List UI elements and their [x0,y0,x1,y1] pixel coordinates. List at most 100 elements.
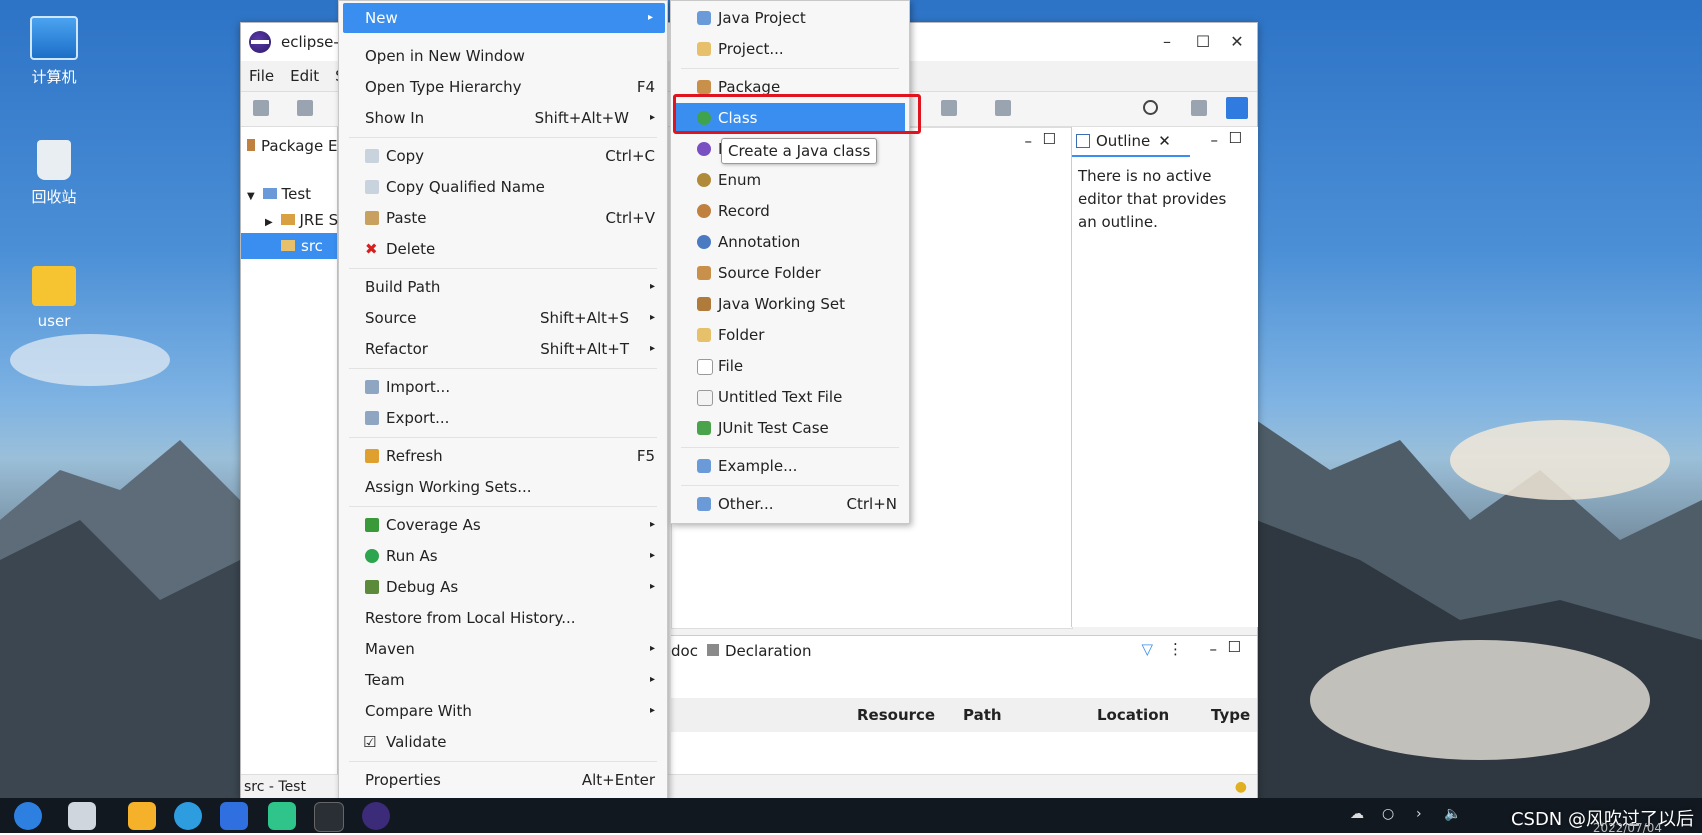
menu-item-validate[interactable]: ☑ Validate [339,727,667,757]
submenu-arrow-icon: ▸ [647,12,653,23]
menu-item-restore-local-history[interactable]: Restore from Local History... [339,603,667,633]
menu-item-run-as[interactable]: Run As ▸ [339,541,667,571]
tree-item-jre[interactable]: ▶ JRE Sy [241,207,347,233]
column-type[interactable]: Type [1211,706,1250,724]
browser-icon[interactable] [174,802,202,830]
delete-icon: ✖ [365,240,378,258]
menu-file[interactable]: File [249,67,274,85]
submenu-item-other[interactable]: Other... Ctrl+N [671,489,909,519]
context-menu: New ▸ Open in New Window Open Type Hiera… [338,0,668,800]
submenu-item-enum[interactable]: Enum [671,165,909,195]
filter-icon[interactable]: ▽ [1141,640,1153,658]
menu-item-assign-working-sets[interactable]: Assign Working Sets... [339,472,667,502]
chevron-right-icon[interactable]: › [1416,806,1422,822]
java-perspective-icon[interactable] [1226,97,1248,119]
minimize-view-icon[interactable]: – [1210,640,1218,658]
office-icon[interactable] [220,802,248,830]
desktop-icon-recycle-bin[interactable]: 回收站 [14,140,94,207]
close-tab-icon[interactable]: ✕ [1158,132,1171,150]
menu-item-team[interactable]: Team ▸ [339,665,667,695]
tree-item-test[interactable]: ▼ Test [241,181,337,207]
new-wizard-icon[interactable] [253,100,269,116]
minimize-view-icon[interactable]: – [1025,132,1033,150]
save-icon[interactable] [297,100,313,116]
menu-item-build-path[interactable]: Build Path ▸ [339,272,667,302]
submenu-item-record[interactable]: Record [671,196,909,226]
submenu-item-junit-test-case[interactable]: JUnit Test Case [671,413,909,443]
menu-item-maven[interactable]: Maven ▸ [339,634,667,664]
multitask-view-icon[interactable] [68,802,96,830]
menu-item-open-new-window[interactable]: Open in New Window [339,41,667,71]
menu-item-coverage-as[interactable]: Coverage As ▸ [339,510,667,540]
menu-item-delete[interactable]: ✖ Delete [339,234,667,264]
submenu-item-untitled-text-file[interactable]: Untitled Text File [671,382,909,412]
submenu-item-java-working-set[interactable]: Java Working Set [671,289,909,319]
menu-item-compare-with[interactable]: Compare With ▸ [339,696,667,726]
submenu-arrow-icon: ▸ [649,519,655,530]
maximize-view-icon[interactable]: ☐ [1229,129,1242,147]
submenu-item-annotation[interactable]: Annotation [671,227,909,257]
maximize-icon[interactable]: ☐ [1191,29,1215,53]
menu-item-import[interactable]: Import... [339,372,667,402]
terminal-icon[interactable] [314,802,344,832]
cloud-icon[interactable]: ☁ [1350,806,1364,822]
menu-item-copy-qualified-name[interactable]: Copy Qualified Name [339,172,667,202]
menu-item-refactor[interactable]: Refactor Shift+Alt+T ▸ [339,334,667,364]
java-project-icon [697,11,711,25]
tree-item-src[interactable]: src [241,233,337,259]
copy-qualified-icon [365,180,379,194]
project-wizard-icon [697,42,711,56]
column-path[interactable]: Path [963,706,1002,724]
search-icon[interactable]: ○ [1382,806,1394,822]
search-icon[interactable] [1143,100,1158,115]
status-text: src - Test [244,779,306,795]
desktop-icon-user[interactable]: user [14,266,94,330]
minimize-icon[interactable]: – [1155,29,1179,53]
minimize-view-icon[interactable]: – [1211,131,1219,149]
close-icon[interactable]: ✕ [1225,29,1249,53]
perspective-icon[interactable] [1191,100,1207,116]
menu-item-open-type-hierarchy[interactable]: Open Type Hierarchy F4 [339,72,667,102]
outline-tab[interactable]: Outline ✕ [1072,127,1190,157]
maximize-view-icon[interactable]: ☐ [1043,130,1056,148]
menu-item-refresh[interactable]: Refresh F5 [339,441,667,471]
menu-item-paste[interactable]: Paste Ctrl+V [339,203,667,233]
menu-item-label: Show In [365,109,425,127]
desktop-icon-computer[interactable]: 计算机 [14,16,94,87]
tab-declaration[interactable]: Declaration [707,642,811,660]
submenu-item-java-project[interactable]: Java Project [671,3,909,33]
package-explorer-tab[interactable]: Package Ex [247,137,346,155]
menu-item-new[interactable]: New ▸ [343,3,665,33]
menu-item-source[interactable]: Source Shift+Alt+S ▸ [339,303,667,333]
column-location[interactable]: Location [1097,706,1169,724]
menu-item-copy[interactable]: Copy Ctrl+C [339,141,667,171]
open-task-icon[interactable] [995,100,1011,116]
submenu-item-source-folder[interactable]: Source Folder [671,258,909,288]
forward-icon[interactable] [941,100,957,116]
tab-javadoc[interactable]: doc [671,642,698,660]
submenu-item-project[interactable]: Project... [671,34,909,64]
new-submenu: Java Project Project... Package Class I … [670,0,910,524]
menu-item-label: Restore from Local History... [365,609,576,627]
submenu-item-folder[interactable]: Folder [671,320,909,350]
eclipse-taskbar-icon[interactable] [362,802,390,830]
submenu-item-file[interactable]: File [671,351,909,381]
software-store-icon[interactable] [268,802,296,830]
menu-separator [681,485,899,486]
view-menu-icon[interactable]: ⋮ [1168,640,1183,658]
menu-edit[interactable]: Edit [290,67,319,85]
menu-item-properties[interactable]: Properties Alt+Enter [339,765,667,795]
start-menu-icon[interactable] [14,802,42,830]
lightbulb-icon[interactable]: ● [1235,775,1247,799]
menu-item-export[interactable]: Export... [339,403,667,433]
menu-item-show-in[interactable]: Show In Shift+Alt+W ▸ [339,103,667,133]
submenu-item-example[interactable]: Example... [671,451,909,481]
computer-icon [30,16,78,60]
file-manager-icon[interactable] [128,802,156,830]
submenu-item-label: Annotation [718,233,801,251]
maximize-view-icon[interactable]: ☐ [1228,638,1241,656]
menu-item-debug-as[interactable]: Debug As ▸ [339,572,667,602]
column-resource[interactable]: Resource [857,706,935,724]
menu-item-label: Maven [365,640,415,658]
volume-icon[interactable]: 🔈 [1444,806,1461,822]
